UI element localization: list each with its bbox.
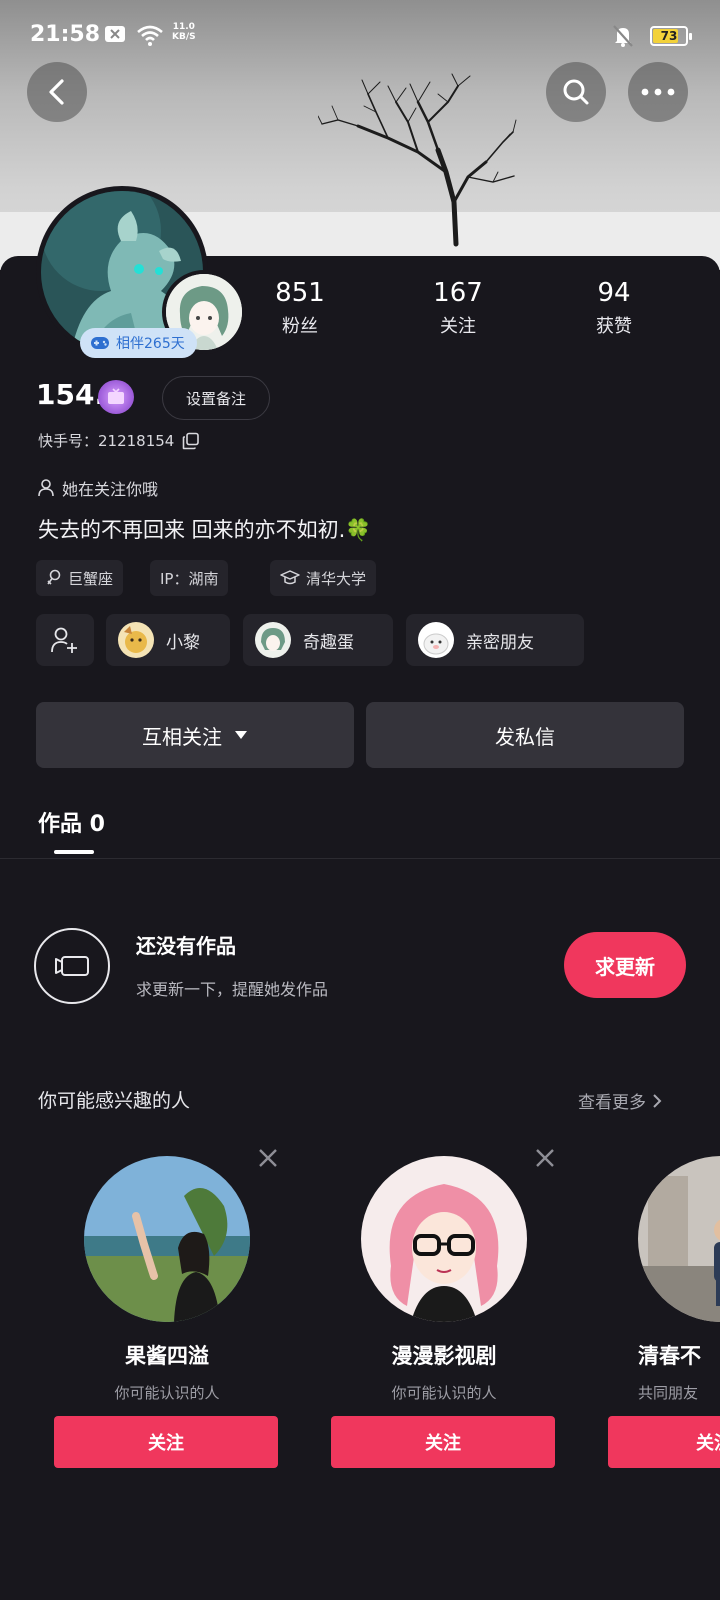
send-message-button[interactable]: 发私信 (366, 702, 684, 768)
female-icon (47, 569, 61, 585)
friend-chip[interactable]: 亲密朋友 (406, 614, 584, 666)
wifi-icon (137, 25, 163, 46)
follow-button[interactable]: 关注 (331, 1416, 555, 1468)
tag-school-label: 清华大学 (306, 569, 367, 588)
chevron-right-icon (653, 1093, 662, 1108)
gamepad-icon (91, 337, 109, 349)
stat-fans-label: 粉丝 (282, 316, 318, 337)
bio: 失去的不再回来 回来的亦不如初.🍀 (38, 514, 372, 544)
graduation-cap-icon (280, 570, 300, 585)
mutual-follow-button[interactable]: 互相关注 (36, 702, 354, 768)
battery-icon: 73 (650, 26, 692, 46)
recommend-avatar[interactable] (361, 1156, 527, 1322)
clover-emoji: 🍀 (345, 518, 372, 542)
tag-ip-label: IP：湖南 (160, 569, 219, 588)
tag-ip[interactable]: IP：湖南 (150, 560, 229, 596)
companion-badge[interactable]: 相伴265天 (80, 328, 197, 358)
stat-fans[interactable]: 851 粉丝 (240, 278, 360, 338)
friend-name: 亲密朋友 (466, 632, 534, 653)
copy-icon[interactable] (182, 432, 200, 450)
follow-button[interactable]: 关注 (608, 1416, 720, 1468)
stat-following-count: 167 (433, 278, 483, 308)
search-button[interactable] (546, 62, 606, 122)
bio-text: 失去的不再回来 回来的亦不如初. (38, 518, 346, 542)
video-camera-icon (55, 956, 89, 976)
more-dots-icon (641, 88, 675, 96)
divider (0, 858, 720, 859)
view-more-label: 查看更多 (578, 1093, 646, 1113)
net-speed-unit: KB/S (172, 32, 196, 42)
empty-title: 还没有作品 (136, 934, 236, 958)
recommend-avatar[interactable] (84, 1156, 250, 1322)
tag-zodiac-label: 巨蟹座 (68, 569, 114, 588)
friend-chip[interactable]: 奇趣蛋 (243, 614, 393, 666)
net-speed: 11.0 KB/S (172, 22, 196, 42)
more-button[interactable] (628, 62, 688, 122)
battery-level: 73 (660, 29, 678, 43)
tag-school[interactable]: 清华大学 (270, 560, 377, 596)
send-message-label: 发私信 (495, 724, 555, 749)
stat-likes[interactable]: 94 获赞 (554, 278, 674, 338)
stat-likes-label: 获赞 (596, 316, 632, 337)
account-id: 快手号：21218154 (38, 432, 175, 450)
nickname: 154. (36, 378, 106, 411)
recommend-reason: 共同朋友 (638, 1384, 699, 1402)
tab-works[interactable]: 作品 0 (38, 806, 105, 838)
stat-fans-count: 851 (275, 278, 325, 308)
recommend-title: 你可能感兴趣的人 (38, 1090, 191, 1112)
friend-chip[interactable]: 小黎 (106, 614, 230, 666)
empty-works-icon (34, 928, 110, 1004)
recommend-card: 清春不 共同朋友 关注 (608, 1146, 720, 1476)
friend-avatar (255, 622, 291, 658)
follow-button[interactable]: 关注 (54, 1416, 278, 1468)
recommend-reason: 你可能认识的人 (114, 1384, 220, 1402)
stat-likes-count: 94 (597, 278, 631, 308)
recommend-name: 果酱四溢 (125, 1344, 209, 1368)
recommend-name: 清春不 (638, 1344, 701, 1368)
caret-down-icon (235, 731, 247, 739)
stat-following[interactable]: 167 关注 (398, 278, 518, 338)
friend-avatar (118, 622, 154, 658)
set-remark-button[interactable]: 设置备注 (162, 376, 270, 420)
net-speed-value: 11.0 (172, 22, 195, 32)
tree-illustration (318, 73, 517, 247)
mutual-follow-label: 互相关注 (142, 724, 222, 749)
tv-icon (108, 388, 124, 404)
stat-following-label: 关注 (440, 316, 476, 337)
request-update-button[interactable]: 求更新 (564, 932, 686, 998)
chevron-left-icon (49, 79, 64, 105)
account-id-row: 快手号：21218154 (38, 430, 200, 451)
search-icon (563, 79, 589, 105)
status-bar: 21:58 11.0 KB/S 73 (0, 0, 720, 70)
follow-hint: 她在关注你哦 (62, 480, 159, 499)
recommend-avatar[interactable] (638, 1156, 720, 1322)
companion-badge-label: 相伴265天 (116, 336, 185, 352)
notification-x-icon (105, 26, 125, 42)
person-icon (38, 479, 54, 497)
close-icon[interactable] (256, 1146, 280, 1170)
tab-indicator (54, 850, 94, 854)
follow-hint-row: 她在关注你哦 (38, 476, 158, 500)
level-badge-icon[interactable] (98, 380, 134, 414)
empty-subtitle: 求更新一下，提醒她发作品 (136, 980, 329, 999)
status-time: 21:58 (30, 22, 101, 47)
friend-name: 奇趣蛋 (303, 632, 354, 653)
mute-bell-icon (613, 25, 633, 47)
recommend-reason: 你可能认识的人 (391, 1384, 497, 1402)
close-icon[interactable] (533, 1146, 557, 1170)
add-person-icon (51, 627, 77, 653)
recommend-card: 果酱四溢 你可能认识的人 关注 (54, 1146, 294, 1476)
friend-avatar (418, 622, 454, 658)
recommend-card: 漫漫影视剧 你可能认识的人 关注 (331, 1146, 571, 1476)
view-more-link[interactable]: 查看更多 (578, 1088, 662, 1113)
tag-zodiac[interactable]: 巨蟹座 (36, 560, 124, 596)
back-button[interactable] (27, 62, 87, 122)
recommend-name: 漫漫影视剧 (391, 1344, 497, 1368)
add-friend-button[interactable] (36, 614, 94, 666)
friend-name: 小黎 (166, 632, 200, 653)
